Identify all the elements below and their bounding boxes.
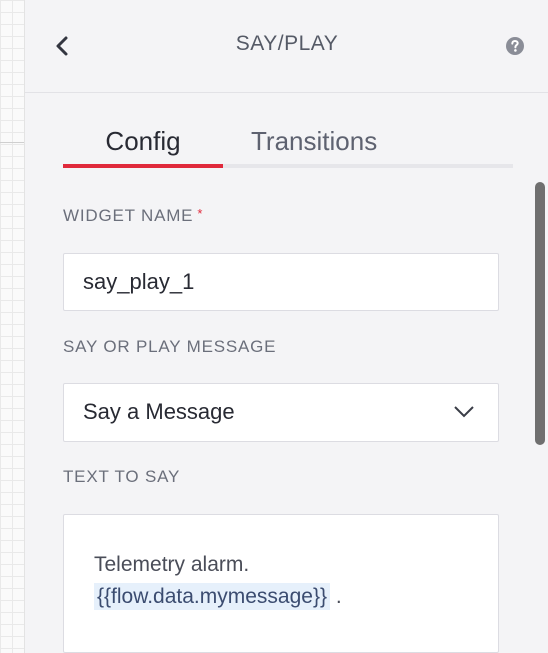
tab-config[interactable]: Config: [63, 126, 223, 157]
panel-title: SAY/PLAY: [235, 32, 339, 55]
config-tabs: Config Transitions: [63, 122, 513, 168]
widget-name-label-text: WIDGET NAME: [63, 206, 194, 225]
canvas-connector-line: [0, 142, 24, 143]
page: SAY/PLAY Config Transitions WIDGET NAME *…: [0, 0, 548, 653]
say-or-play-selected-value: Say a Message: [83, 399, 235, 424]
active-tab-indicator: [63, 164, 223, 168]
widget-name-input[interactable]: [63, 253, 499, 311]
help-button[interactable]: [505, 36, 525, 56]
tab-transitions[interactable]: Transitions: [251, 126, 377, 157]
question-circle-icon: [506, 37, 524, 55]
text-suffix: .: [335, 585, 342, 608]
panel-header: SAY/PLAY: [25, 0, 548, 93]
widget-name-label: WIDGET NAME *: [63, 206, 203, 226]
widget-config-panel: SAY/PLAY Config Transitions WIDGET NAME *…: [24, 0, 548, 653]
required-mark: *: [197, 206, 204, 221]
panel-scrollbar[interactable]: [535, 182, 545, 445]
text-to-say-line: Telemetry alarm.: [94, 553, 250, 576]
say-or-play-select[interactable]: Say a Message: [63, 383, 499, 442]
text-to-say-label: TEXT TO SAY: [63, 467, 181, 486]
variable-token[interactable]: {{flow.data.mymessage}}: [94, 583, 330, 610]
say-or-play-label: SAY OR PLAY MESSAGE: [63, 337, 277, 356]
flow-canvas[interactable]: [0, 0, 24, 653]
text-to-say-variable-line: {{flow.data.mymessage}} .: [94, 581, 468, 613]
chevron-down-icon: [454, 406, 474, 418]
text-to-say-editor[interactable]: Telemetry alarm. {{flow.data.mymessage}}…: [63, 514, 499, 653]
